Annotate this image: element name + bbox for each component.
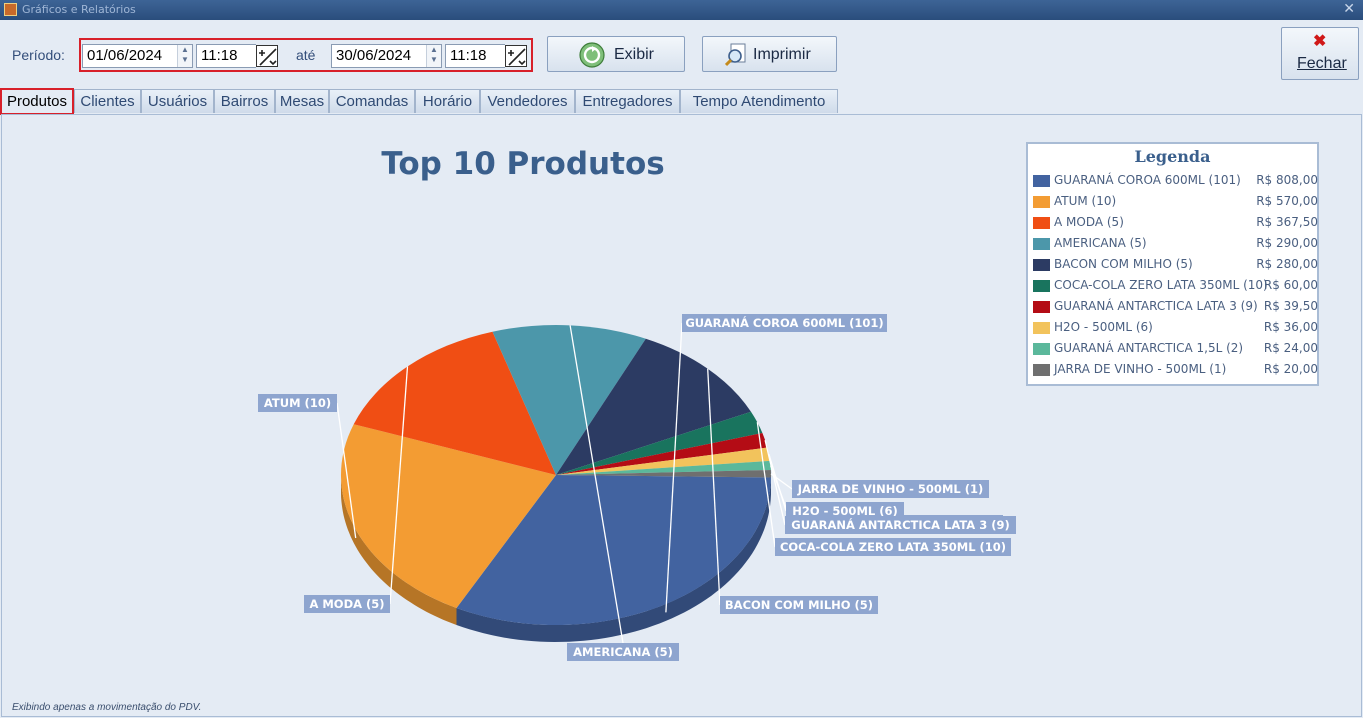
legend-item: JARRA DE VINHO - 500ML (1) R$ 20,00 xyxy=(1033,361,1318,379)
legend-name: H2O - 500ML (6) xyxy=(1054,320,1153,334)
legend-item: BACON COM MILHO (5) R$ 280,00 xyxy=(1033,256,1318,274)
legend-swatch xyxy=(1033,364,1050,376)
legend-value: R$ 290,00 xyxy=(1256,236,1318,250)
legend-item: GUARANÁ ANTARCTICA 1,5L (2) R$ 24,00 xyxy=(1033,340,1318,358)
legend-swatch xyxy=(1033,259,1050,271)
legend-swatch xyxy=(1033,343,1050,355)
legend-item: A MODA (5) R$ 367,50 xyxy=(1033,214,1318,232)
legend-name: COCA-COLA ZERO LATA 350ML (10) xyxy=(1054,278,1268,292)
legend-name: ATUM (10) xyxy=(1054,194,1117,208)
legend-value: R$ 39,50 xyxy=(1263,299,1318,313)
slice-label: AMERICANA (5) xyxy=(573,645,673,659)
legend-value: R$ 20,00 xyxy=(1263,362,1318,376)
legend-name: GUARANÁ ANTARCTICA LATA 3 (9) xyxy=(1054,299,1258,313)
legend-item: GUARANÁ COROA 600ML (101) R$ 808,00 xyxy=(1033,172,1318,190)
legend-item: GUARANÁ ANTARCTICA LATA 3 (9) R$ 39,50 xyxy=(1033,298,1318,316)
legend-swatch xyxy=(1033,175,1050,187)
legend-swatch xyxy=(1033,217,1050,229)
slice-label: ATUM (10) xyxy=(264,396,331,410)
legend-value: R$ 24,00 xyxy=(1263,341,1318,355)
legend-name: JARRA DE VINHO - 500ML (1) xyxy=(1054,362,1227,376)
legend-value: R$ 60,00 xyxy=(1263,278,1318,292)
legend-swatch xyxy=(1033,196,1050,208)
legend-name: GUARANÁ COROA 600ML (101) xyxy=(1054,173,1241,187)
slice-label: JARRA DE VINHO - 500ML (1) xyxy=(797,482,983,496)
legend-name: GUARANÁ ANTARCTICA 1,5L (2) xyxy=(1054,341,1244,355)
legend-title: Legenda xyxy=(1134,147,1211,166)
legend-name: AMERICANA (5) xyxy=(1054,236,1147,250)
legend-value: R$ 570,00 xyxy=(1256,194,1318,208)
footnote: Exibindo apenas a movimentação do PDV. xyxy=(12,702,202,713)
legend-swatch xyxy=(1033,280,1050,292)
legend-name: BACON COM MILHO (5) xyxy=(1054,257,1193,271)
legend-item: COCA-COLA ZERO LATA 350ML (10) R$ 60,00 xyxy=(1033,277,1318,295)
slice-label: GUARANÁ COROA 600ML (101) xyxy=(685,315,883,330)
slice-label: GUARANÁ ANTARCTICA LATA 3 (9) xyxy=(791,517,1009,532)
legend-item: H2O - 500ML (6) R$ 36,00 xyxy=(1033,319,1318,337)
legend-swatch xyxy=(1033,238,1050,250)
slice-label: H2O - 500ML (6) xyxy=(792,504,897,518)
legend-value: R$ 367,50 xyxy=(1256,215,1318,229)
legend-value: R$ 808,00 xyxy=(1256,173,1318,187)
legend-item: ATUM (10) R$ 570,00 xyxy=(1033,193,1318,211)
legend-value: R$ 280,00 xyxy=(1256,257,1318,271)
legend-name: A MODA (5) xyxy=(1054,215,1124,229)
slice-label: BACON COM MILHO (5) xyxy=(725,598,873,612)
slice-label: COCA-COLA ZERO LATA 350ML (10) xyxy=(780,540,1006,554)
legend-swatch xyxy=(1033,322,1050,334)
legend-swatch xyxy=(1033,301,1050,313)
legend-value: R$ 36,00 xyxy=(1263,320,1318,334)
chart-legend: Legenda GUARANÁ COROA 600ML (101) R$ 808,… xyxy=(1026,142,1319,386)
legend-item: AMERICANA (5) R$ 290,00 xyxy=(1033,235,1318,253)
slice-label: A MODA (5) xyxy=(309,597,384,611)
